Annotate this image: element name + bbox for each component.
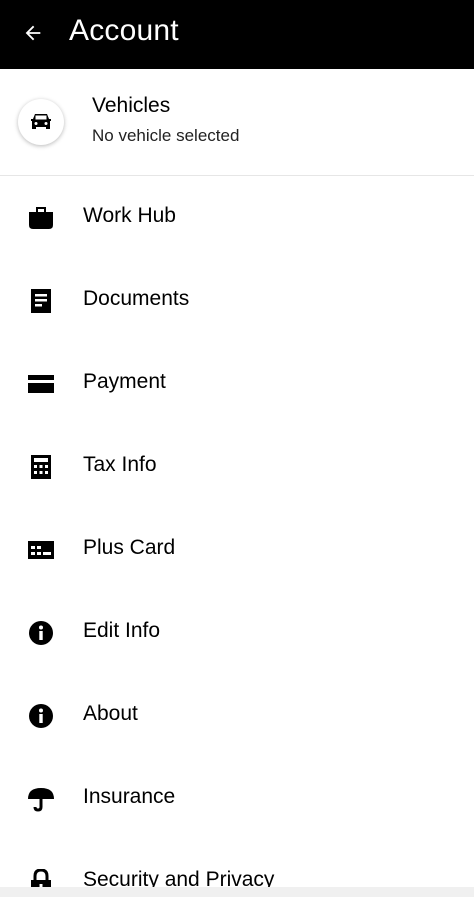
briefcase-icon bbox=[26, 205, 56, 231]
vehicles-title: Vehicles bbox=[92, 94, 171, 117]
menu-item-tax-info[interactable]: Tax Info bbox=[0, 425, 474, 508]
menu-item-label: Plus Card bbox=[83, 536, 176, 559]
page-title: Account bbox=[69, 14, 179, 47]
info-icon bbox=[26, 703, 56, 729]
info-icon bbox=[26, 620, 56, 646]
calculator-icon bbox=[26, 454, 56, 480]
vehicles-subtitle: No vehicle selected bbox=[92, 126, 240, 145]
menu-item-plus-card[interactable]: Plus Card bbox=[0, 508, 474, 591]
vehicle-avatar bbox=[18, 99, 64, 145]
menu-item-documents[interactable]: Documents bbox=[0, 259, 474, 342]
menu-item-about[interactable]: About bbox=[0, 674, 474, 757]
vehicles-row[interactable]: Vehicles No vehicle selected bbox=[0, 69, 474, 176]
menu-item-label: Edit Info bbox=[83, 619, 161, 642]
menu-item-label: Payment bbox=[83, 370, 166, 393]
document-icon bbox=[26, 288, 56, 314]
menu-item-label: About bbox=[83, 702, 138, 725]
plus-card-icon bbox=[26, 537, 56, 563]
back-button[interactable] bbox=[18, 18, 48, 48]
menu-item-work-hub[interactable]: Work Hub bbox=[0, 176, 474, 259]
car-icon bbox=[31, 114, 51, 129]
credit-card-icon bbox=[26, 371, 56, 397]
menu-item-payment[interactable]: Payment bbox=[0, 342, 474, 425]
menu-item-label: Documents bbox=[83, 287, 190, 310]
menu-item-label: Tax Info bbox=[83, 453, 157, 476]
menu-item-label: Work Hub bbox=[83, 204, 176, 227]
menu-item-security-privacy[interactable]: Security and Privacy bbox=[0, 840, 474, 923]
arrow-left-icon bbox=[25, 25, 41, 41]
bottom-edge bbox=[0, 887, 474, 897]
account-menu: Work Hub Documents Payment Tax Info Plus… bbox=[0, 176, 474, 923]
menu-item-insurance[interactable]: Insurance bbox=[0, 757, 474, 840]
menu-item-label: Insurance bbox=[83, 785, 176, 808]
menu-item-edit-info[interactable]: Edit Info bbox=[0, 591, 474, 674]
top-app-bar: Account bbox=[0, 0, 474, 69]
umbrella-icon bbox=[26, 786, 56, 812]
